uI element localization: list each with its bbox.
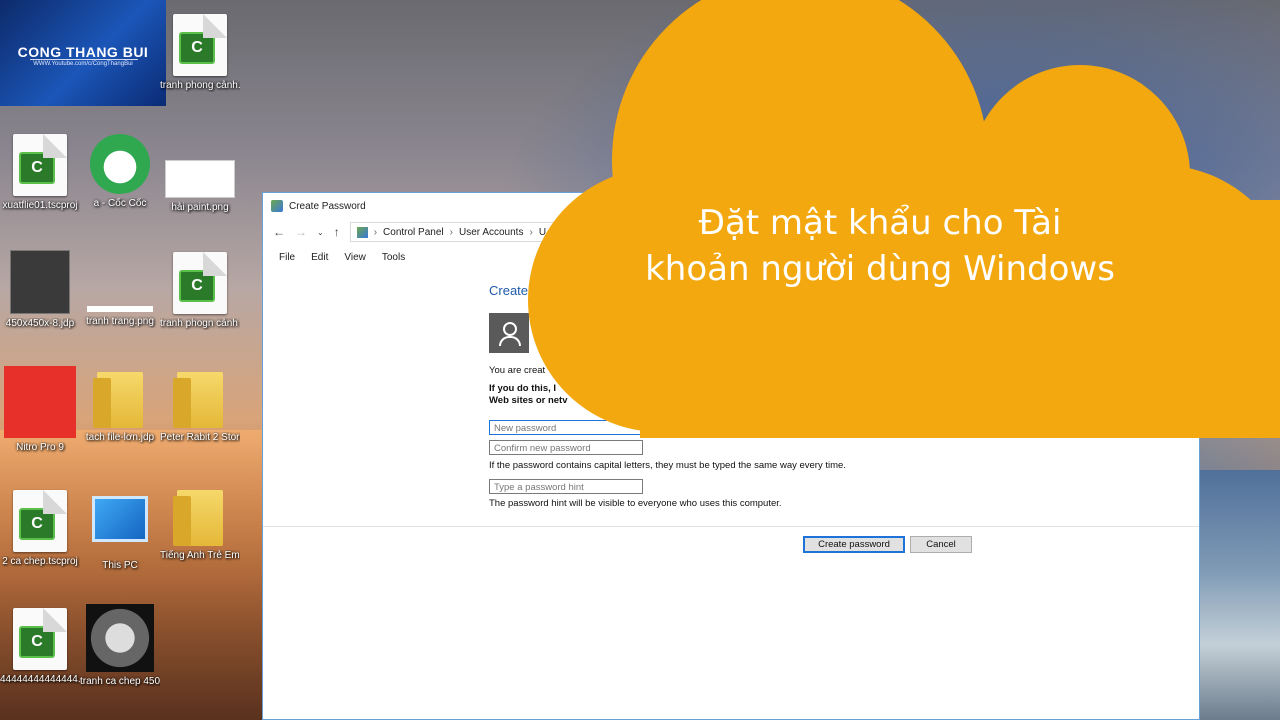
desktop-icon-450x450[interactable]: 450x450x-8.jdp — [0, 250, 80, 330]
channel-logo: CONG THANG BUI WWW.Youtube.com/c/CongTha… — [0, 0, 166, 106]
desktop-icon-tach-file[interactable]: tach file-lơn.jdp — [80, 372, 160, 444]
image-thumbnail-icon — [165, 160, 235, 198]
coccoc-browser-icon — [90, 134, 150, 194]
capital-letters-note: If the password contains capital letters… — [489, 460, 846, 471]
confirm-password-field[interactable]: Confirm new password — [489, 440, 643, 455]
desktop-icon-label: tach file-lơn.jdp — [85, 432, 155, 443]
folder-icon — [173, 372, 223, 428]
user-avatar — [489, 313, 529, 353]
back-arrow-icon[interactable]: ← — [273, 225, 285, 239]
desktop-icon-label: This PC — [102, 560, 138, 571]
desktop-icon-peter-rabit[interactable]: Peter Rabit 2 Stories Kids Be... — [160, 372, 240, 444]
desktop-icon-label: tranh phong cảnh.tscproj — [160, 80, 240, 91]
menu-edit[interactable]: Edit — [303, 252, 336, 263]
folder-icon — [93, 372, 143, 428]
desktop-icon-label: xuatflie01.tscproj — [2, 200, 78, 211]
desktop-icon-tranh-ca-chep[interactable]: tranh ca chep 450x450x8-24b... — [80, 604, 160, 688]
breadcrumb-user-accounts[interactable]: User Accounts — [459, 227, 523, 238]
banner-line-1: Đặt mật khẩu cho Tài — [698, 203, 1062, 243]
desktop-icon-label: tranh phogn cảnh 2.tscproj — [160, 318, 240, 329]
window-title: Create Password — [289, 200, 366, 212]
warning-text-line1: If you do this, I — [489, 383, 557, 394]
desktop-wallpaper-sea — [1200, 470, 1280, 720]
desktop-icon-2-ca-chep[interactable]: C 2 ca chep.tscproj — [0, 490, 80, 568]
new-password-field[interactable]: New password — [489, 420, 643, 435]
camtasia-file-icon: C — [173, 252, 227, 314]
cancel-button[interactable]: Cancel — [910, 536, 972, 553]
menu-view[interactable]: View — [336, 252, 374, 263]
cloud-banner-text: Đặt mật khẩu cho Tài khoản người dùng Wi… — [590, 200, 1170, 292]
desktop-icon-label: a - Cốc Cốc — [93, 198, 147, 209]
user-body-icon — [499, 336, 521, 346]
desktop-icon-label: 2 ca chep.tscproj — [2, 556, 78, 567]
password-hint-field[interactable]: Type a password hint — [489, 479, 643, 494]
control-panel-icon — [356, 226, 368, 238]
hint-visibility-note: The password hint will be visible to eve… — [489, 498, 782, 509]
desktop-icon-hai-paint[interactable]: hải paint.png — [160, 160, 240, 214]
menu-file[interactable]: File — [271, 252, 303, 263]
desktop-icon-tieng-anh[interactable]: Tiếng Anh Trẻ Em - Tiếng An... — [160, 490, 240, 562]
menu-tools[interactable]: Tools — [374, 252, 413, 263]
desktop-icon-coccoc[interactable]: a - Cốc Cốc — [80, 134, 160, 210]
camtasia-file-icon: C — [173, 14, 227, 76]
page-title: Create — [489, 283, 529, 298]
desktop-icon-tranh-phogn-canh-2[interactable]: C tranh phogn cảnh 2.tscproj — [160, 252, 240, 330]
user-head-icon — [503, 322, 517, 336]
camtasia-file-icon: C — [13, 490, 67, 552]
camtasia-file-icon: C — [13, 608, 67, 670]
channel-name: CONG THANG BUI — [17, 44, 149, 60]
desktop-icon-label: hải paint.png — [171, 202, 229, 213]
camtasia-file-icon: C — [13, 134, 67, 196]
control-panel-icon — [271, 200, 283, 212]
desktop-icon-this-pc[interactable]: This PC — [80, 490, 160, 572]
computer-monitor-icon — [92, 496, 148, 542]
forward-arrow-icon[interactable]: → — [295, 225, 307, 239]
jdp-file-icon — [10, 250, 70, 314]
desktop-icon-label: tranh ca chep 450x450x8-24b... — [80, 676, 160, 687]
warning-text-line2: Web sites or netv — [489, 395, 568, 406]
desktop-icon-label: 450x450x-8.jdp — [5, 318, 75, 329]
banner-line-2: khoản người dùng Windows — [645, 249, 1115, 289]
create-password-button[interactable]: Create password — [803, 536, 905, 553]
desktop-icon-xuatflie01[interactable]: C xuatflie01.tscproj — [0, 134, 80, 212]
up-arrow-icon[interactable]: ↑ — [334, 225, 340, 239]
nitro-pdf-icon — [4, 366, 76, 438]
intro-text: You are creat — [489, 365, 546, 376]
footer-divider — [263, 526, 1199, 527]
logo-divider — [30, 59, 138, 60]
desktop-icon-tranh-trang[interactable]: tranh trang.png — [80, 306, 160, 328]
desktop-icon-label: Peter Rabit 2 Stories Kids Be... — [160, 432, 240, 443]
desktop-icon-label: tranh trang.png — [86, 316, 154, 327]
desktop-icon-4444[interactable]: C 44444444444444... — [0, 608, 80, 686]
folder-icon — [173, 490, 223, 546]
address-bar[interactable]: › Control Panel › User Accounts › U — [349, 222, 564, 242]
breadcrumb-control-panel[interactable]: Control Panel — [383, 227, 444, 238]
desktop-icon-tranh-phong-canh[interactable]: C tranh phong cảnh.tscproj — [160, 14, 240, 92]
blank-image-icon — [87, 306, 153, 312]
desktop-icon-label: 44444444444444... — [0, 674, 80, 685]
desktop-icon-label: Nitro Pro 9 — [16, 442, 64, 453]
desktop-icon-label: Tiếng Anh Trẻ Em - Tiếng An... — [160, 550, 240, 561]
photo-thumbnail-icon — [86, 604, 154, 672]
recent-dropdown-icon[interactable]: ⌄ — [317, 228, 324, 237]
channel-url: WWW.Youtube.com/c/CongThangBui — [33, 61, 133, 67]
breadcrumb-user-accounts-sub[interactable]: U — [539, 227, 546, 238]
desktop-icon-nitro[interactable]: Nitro Pro 9 — [0, 366, 80, 454]
